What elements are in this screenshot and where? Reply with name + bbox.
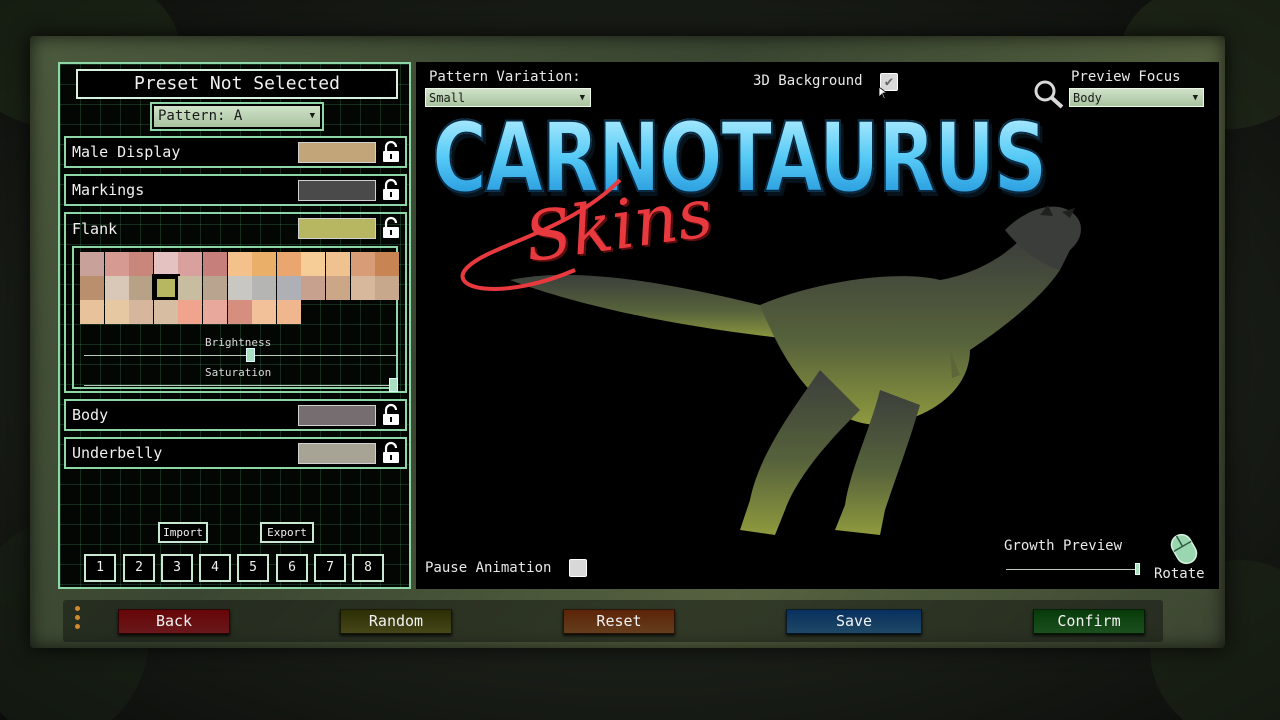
preset-slot-button[interactable]: 7 bbox=[314, 554, 346, 582]
palette-color-swatch[interactable] bbox=[80, 252, 104, 276]
pause-animation-label: Pause Animation bbox=[425, 560, 552, 576]
palette-color-swatch[interactable] bbox=[276, 300, 301, 324]
confirm-button[interactable]: Confirm bbox=[1033, 609, 1145, 634]
preset-slot-button[interactable]: 6 bbox=[276, 554, 308, 582]
growth-preview-label: Growth Preview bbox=[1004, 538, 1123, 554]
palette-color-swatch[interactable] bbox=[227, 276, 252, 300]
palette-color-swatch[interactable] bbox=[129, 276, 154, 300]
saturation-label: Saturation bbox=[205, 366, 272, 379]
chevron-down-icon: ▼ bbox=[1192, 93, 1198, 103]
palette-color-swatch[interactable] bbox=[104, 300, 129, 324]
preview-focus-dropdown[interactable]: Body ▼ bbox=[1069, 88, 1204, 107]
saturation-slider-track[interactable] bbox=[84, 385, 398, 386]
color-swatch[interactable] bbox=[298, 405, 376, 426]
preset-slot-button[interactable]: 5 bbox=[237, 554, 269, 582]
preset-slot-button[interactable]: 1 bbox=[84, 554, 116, 582]
palette-color-swatch[interactable] bbox=[276, 252, 301, 276]
rotate-label: Rotate bbox=[1154, 566, 1205, 582]
region-label: Markings bbox=[72, 181, 145, 199]
palette-color-swatch[interactable] bbox=[80, 300, 104, 324]
mouse-rotate-icon bbox=[1170, 533, 1198, 565]
palette-color-swatch[interactable] bbox=[326, 276, 350, 300]
palette-color-swatch[interactable] bbox=[203, 276, 227, 300]
chevron-down-icon: ▼ bbox=[309, 111, 315, 121]
palette-color-swatch[interactable] bbox=[151, 274, 180, 302]
palette-color-swatch[interactable] bbox=[326, 252, 350, 276]
region-label: Flank bbox=[72, 220, 118, 238]
export-button[interactable]: Export bbox=[260, 522, 314, 543]
preview-focus-label: Preview Focus bbox=[1071, 69, 1181, 85]
palette-color-swatch[interactable] bbox=[301, 276, 326, 300]
pattern-dropdown-label: Pattern: A bbox=[158, 108, 243, 124]
palette-color-swatch[interactable] bbox=[227, 300, 252, 324]
preview-focus-value: Body bbox=[1073, 91, 1102, 105]
growth-slider-track[interactable] bbox=[1006, 569, 1140, 570]
color-swatch[interactable] bbox=[298, 443, 376, 464]
palette-color-swatch[interactable] bbox=[203, 252, 227, 276]
random-button[interactable]: Random bbox=[340, 609, 452, 634]
region-row-underbelly[interactable]: Underbelly bbox=[64, 437, 407, 469]
color-swatch[interactable] bbox=[298, 218, 376, 239]
palette-color-swatch[interactable] bbox=[252, 276, 277, 300]
palette-color-swatch[interactable] bbox=[276, 276, 301, 300]
unlock-icon[interactable] bbox=[380, 216, 402, 240]
color-settings-panel: Preset Not Selected Pattern: A ▼ Male Di… bbox=[58, 62, 411, 589]
script-swash-decoration bbox=[460, 178, 622, 291]
back-button[interactable]: Back bbox=[118, 609, 230, 634]
region-label: Body bbox=[72, 406, 109, 424]
mouse-cursor-icon bbox=[878, 86, 888, 100]
palette-color-swatch[interactable] bbox=[350, 252, 375, 276]
palette-color-swatch[interactable] bbox=[350, 276, 375, 300]
region-row-markings[interactable]: Markings bbox=[64, 174, 407, 206]
palette-color-swatch[interactable] bbox=[178, 276, 203, 300]
palette-color-swatch[interactable] bbox=[252, 300, 277, 324]
unlock-icon[interactable] bbox=[380, 403, 402, 427]
color-swatch[interactable] bbox=[298, 142, 376, 163]
palette-color-swatch[interactable] bbox=[375, 252, 400, 276]
palette-color-swatch[interactable] bbox=[227, 252, 252, 276]
palette-color-swatch[interactable] bbox=[129, 300, 154, 324]
region-row-male-display[interactable]: Male Display bbox=[64, 136, 407, 168]
palette-color-swatch[interactable] bbox=[153, 300, 178, 324]
saturation-slider-handle[interactable] bbox=[389, 378, 398, 392]
palette-color-swatch[interactable] bbox=[301, 252, 326, 276]
region-label: Male Display bbox=[72, 143, 181, 161]
pause-animation-checkbox[interactable] bbox=[569, 559, 587, 577]
handle-dots-icon bbox=[75, 606, 81, 632]
brightness-slider-track[interactable] bbox=[84, 355, 398, 356]
palette-color-swatch[interactable] bbox=[80, 276, 104, 300]
unlock-icon[interactable] bbox=[380, 140, 402, 164]
palette-color-swatch[interactable] bbox=[129, 252, 154, 276]
unlock-icon[interactable] bbox=[380, 441, 402, 465]
growth-slider-handle[interactable] bbox=[1135, 563, 1140, 575]
pattern-variation-label: Pattern Variation: bbox=[429, 69, 581, 85]
reset-button[interactable]: Reset bbox=[563, 609, 675, 634]
background-label: 3D Background bbox=[753, 73, 863, 89]
palette-color-swatch[interactable] bbox=[178, 252, 203, 276]
import-button[interactable]: Import bbox=[158, 522, 208, 543]
brightness-slider-handle[interactable] bbox=[246, 348, 256, 362]
palette-color-swatch[interactable] bbox=[104, 276, 129, 300]
color-swatch[interactable] bbox=[298, 180, 376, 201]
preset-slot-button[interactable]: 2 bbox=[123, 554, 155, 582]
preset-slot-button[interactable]: 4 bbox=[199, 554, 231, 582]
preset-slot-button[interactable]: 3 bbox=[161, 554, 193, 582]
palette-color-swatch[interactable] bbox=[252, 252, 277, 276]
save-button[interactable]: Save bbox=[786, 609, 922, 634]
palette-color-swatch[interactable] bbox=[104, 252, 129, 276]
palette-color-swatch[interactable] bbox=[153, 252, 178, 276]
palette-color-swatch[interactable] bbox=[203, 300, 227, 324]
pattern-dropdown[interactable]: Pattern: A ▼ bbox=[150, 102, 324, 131]
region-row-flank[interactable]: Flank Brightness Saturation bbox=[64, 212, 407, 393]
brightness-label: Brightness bbox=[205, 336, 272, 349]
preset-slot-button[interactable]: 8 bbox=[352, 554, 384, 582]
region-label: Underbelly bbox=[72, 444, 163, 462]
preset-title: Preset Not Selected bbox=[76, 69, 398, 99]
palette-color-swatch[interactable] bbox=[375, 276, 400, 300]
palette-color-swatch[interactable] bbox=[178, 300, 203, 324]
region-row-body[interactable]: Body bbox=[64, 399, 407, 431]
unlock-icon[interactable] bbox=[380, 178, 402, 202]
